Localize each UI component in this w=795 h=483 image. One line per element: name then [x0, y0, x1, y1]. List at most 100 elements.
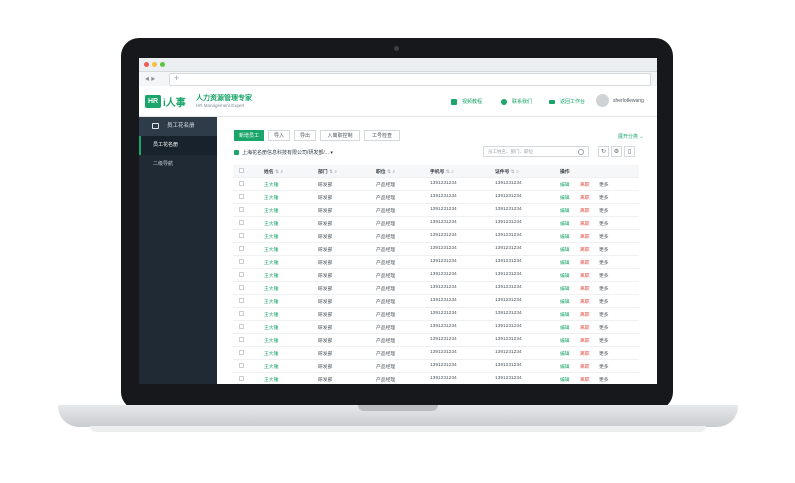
avatar[interactable]	[596, 94, 609, 107]
sort-icon[interactable]: ⇅	[446, 170, 450, 175]
more-link[interactable]: 更多	[599, 246, 609, 253]
leave-link[interactable]: 离职	[580, 259, 590, 266]
more-link[interactable]: 更多	[599, 350, 609, 357]
row-checkbox[interactable]	[239, 311, 244, 316]
edit-link[interactable]: 编辑	[560, 285, 570, 292]
cell-name[interactable]: 王大锤	[264, 350, 278, 357]
edit-link[interactable]: 编辑	[560, 233, 570, 240]
leave-link[interactable]: 离职	[580, 324, 590, 331]
browser-address-bar[interactable]: +	[169, 73, 651, 86]
leave-link[interactable]: 离职	[580, 220, 590, 227]
leave-link[interactable]: 离职	[580, 194, 590, 201]
username[interactable]: sherlotlewang	[613, 98, 644, 104]
cell-name[interactable]: 王大锤	[264, 272, 278, 279]
row-checkbox[interactable]	[239, 259, 244, 264]
more-link[interactable]: 更多	[599, 233, 609, 240]
leave-link[interactable]: 离职	[580, 350, 590, 357]
filter-search-icon[interactable]: ⌕	[334, 170, 337, 175]
header-phone[interactable]: 手机号 ⇅ ⌕	[430, 168, 454, 175]
more-link[interactable]: 更多	[599, 324, 609, 331]
table-row[interactable]: 王大锤 研发部 产品经理 1391231234 1391231234 编辑 离职 更多	[233, 295, 639, 308]
table-row[interactable]: 王大锤 研发部 产品经理 1391231234 1391231234 编辑 离职 更多	[233, 360, 639, 373]
more-link[interactable]: 更多	[599, 376, 609, 383]
onboard-offboard-control-button[interactable]: 入离职控制	[320, 130, 360, 141]
edit-link[interactable]: 编辑	[560, 298, 570, 305]
table-row[interactable]: 王大锤 研发部 产品经理 1391231234 1391231234 编辑 离职 更多	[233, 282, 639, 295]
leave-link[interactable]: 离职	[580, 376, 590, 383]
table-row[interactable]: 王大锤 研发部 产品经理 1391231234 1391231234 编辑 离职 更多	[233, 230, 639, 243]
table-row[interactable]: 王大锤 研发部 产品经理 1391231234 1391231234 编辑 离职 更多	[233, 308, 639, 321]
more-link[interactable]: 更多	[599, 311, 609, 318]
row-checkbox[interactable]	[239, 246, 244, 251]
edit-link[interactable]: 编辑	[560, 246, 570, 253]
more-link[interactable]: 更多	[599, 285, 609, 292]
org-path-selector[interactable]: 上海花名册信息科技有限公司/研发部/... ▾	[234, 149, 333, 156]
cell-name[interactable]: 王大锤	[264, 285, 278, 292]
header-name[interactable]: 姓名 ⇅ ⌕	[264, 168, 283, 175]
sidebar-section-header[interactable]: 员工花名册	[139, 117, 217, 136]
edit-link[interactable]: 编辑	[560, 272, 570, 279]
maximize-window-icon[interactable]	[160, 62, 165, 67]
table-row[interactable]: 王大锤 研发部 产品经理 1391231234 1391231234 编辑 离职 更多	[233, 191, 639, 204]
leave-link[interactable]: 离职	[580, 298, 590, 305]
header-id-number[interactable]: 证件号 ⇅ ⌕	[495, 168, 519, 175]
back-to-workbench-link[interactable]: 返回工作台	[549, 98, 585, 105]
cell-name[interactable]: 王大锤	[264, 181, 278, 188]
table-row[interactable]: 王大锤 研发部 产品经理 1391231234 1391231234 编辑 离职 更多	[233, 204, 639, 217]
gear-icon[interactable]: ⚙	[611, 146, 622, 157]
row-checkbox[interactable]	[239, 181, 244, 186]
more-link[interactable]: 更多	[599, 194, 609, 201]
leave-link[interactable]: 离职	[580, 181, 590, 188]
more-link[interactable]: 更多	[599, 259, 609, 266]
add-employee-button[interactable]: 新增员工	[234, 130, 264, 141]
edit-link[interactable]: 编辑	[560, 376, 570, 383]
edit-link[interactable]: 编辑	[560, 220, 570, 227]
more-link[interactable]: 更多	[599, 363, 609, 370]
sort-icon[interactable]: ⇅	[275, 170, 279, 175]
row-checkbox[interactable]	[239, 376, 244, 381]
more-link[interactable]: 更多	[599, 337, 609, 344]
search-input[interactable]: 员工姓名、部门、职位	[483, 146, 589, 157]
row-checkbox[interactable]	[239, 272, 244, 277]
edit-link[interactable]: 编辑	[560, 194, 570, 201]
edit-link[interactable]: 编辑	[560, 363, 570, 370]
more-link[interactable]: 更多	[599, 220, 609, 227]
edit-link[interactable]: 编辑	[560, 311, 570, 318]
mobile-icon[interactable]: ▯	[624, 146, 635, 157]
leave-link[interactable]: 离职	[580, 311, 590, 318]
more-link[interactable]: 更多	[599, 298, 609, 305]
cell-name[interactable]: 王大锤	[264, 311, 278, 318]
row-checkbox[interactable]	[239, 194, 244, 199]
edit-link[interactable]: 编辑	[560, 337, 570, 344]
row-checkbox[interactable]	[239, 363, 244, 368]
edit-link[interactable]: 编辑	[560, 259, 570, 266]
leave-link[interactable]: 离职	[580, 246, 590, 253]
more-link[interactable]: 更多	[599, 272, 609, 279]
export-button[interactable]: 导出	[294, 130, 316, 141]
more-link[interactable]: 更多	[599, 207, 609, 214]
row-checkbox[interactable]	[239, 350, 244, 355]
row-checkbox[interactable]	[239, 207, 244, 212]
edit-link[interactable]: 编辑	[560, 207, 570, 214]
header-position[interactable]: 职位 ⇅ ⌕	[376, 168, 395, 175]
filter-search-icon[interactable]: ⌕	[451, 170, 454, 175]
contact-us-link[interactable]: 联系我们	[501, 98, 532, 105]
select-all-checkbox[interactable]	[239, 168, 244, 173]
minimize-window-icon[interactable]	[152, 62, 157, 67]
row-checkbox[interactable]	[239, 298, 244, 303]
table-row[interactable]: 王大锤 研发部 产品经理 1391231234 1391231234 编辑 离职 更多	[233, 334, 639, 347]
import-button[interactable]: 导入	[268, 130, 290, 141]
cell-name[interactable]: 王大锤	[264, 259, 278, 266]
table-row[interactable]: 王大锤 研发部 产品经理 1391231234 1391231234 编辑 离职 更多	[233, 321, 639, 334]
edit-link[interactable]: 编辑	[560, 350, 570, 357]
header-dept[interactable]: 部门 ⇅ ⌕	[318, 168, 337, 175]
leave-link[interactable]: 离职	[580, 363, 590, 370]
cell-name[interactable]: 王大锤	[264, 207, 278, 214]
row-checkbox[interactable]	[239, 285, 244, 290]
leave-link[interactable]: 离职	[580, 285, 590, 292]
sidebar-item-secondary-nav[interactable]: 二级导航	[139, 155, 217, 174]
row-checkbox[interactable]	[239, 220, 244, 225]
sidebar-item-roster[interactable]: 员工花名册	[139, 136, 217, 155]
row-checkbox[interactable]	[239, 324, 244, 329]
employee-id-check-button[interactable]: 工号检查	[364, 130, 400, 141]
